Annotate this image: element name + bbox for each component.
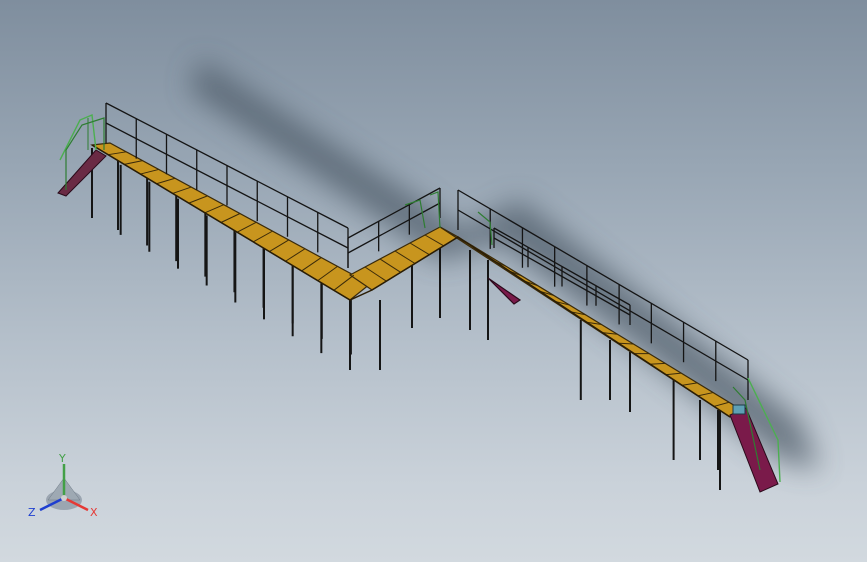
graphics-viewport[interactable]: Y X Z [0, 0, 867, 562]
stair-left [57, 113, 107, 197]
orientation-triad[interactable]: Y X Z [28, 452, 98, 519]
walkway-deck [90, 142, 747, 418]
triad-y-label: Y [58, 452, 66, 465]
triad-x-label: X [90, 506, 98, 519]
triad-z-label: Z [28, 506, 36, 519]
mid-rail [457, 209, 749, 381]
3d-model-scene[interactable]: Y X Z [0, 0, 867, 562]
